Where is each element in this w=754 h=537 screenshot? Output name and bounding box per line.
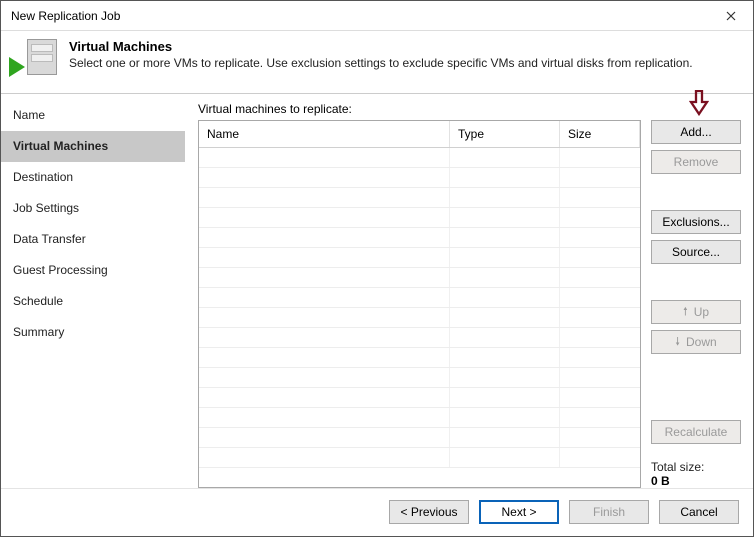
next-button[interactable]: Next > [479, 500, 559, 524]
column-name[interactable]: Name [199, 121, 450, 147]
add-button[interactable]: Add... [651, 120, 741, 144]
table-row [199, 148, 640, 168]
remove-button[interactable]: Remove [651, 150, 741, 174]
move-up-button[interactable]: 🠕 Up [651, 300, 741, 324]
step-label: Data Transfer [13, 232, 86, 246]
side-button-panel: Add... Remove Exclusions... Source... 🠕 … [651, 120, 741, 488]
exclusions-button[interactable]: Exclusions... [651, 210, 741, 234]
table-row [199, 208, 640, 228]
source-button[interactable]: Source... [651, 240, 741, 264]
column-size[interactable]: Size [560, 121, 640, 147]
totals: Total size: 0 B [651, 460, 741, 488]
step-data-transfer[interactable]: Data Transfer [1, 224, 185, 255]
table-row [199, 348, 640, 368]
wizard-icon [13, 39, 57, 83]
close-icon [726, 11, 736, 21]
step-label: Virtual Machines [13, 139, 108, 153]
move-up-label: Up [694, 305, 709, 319]
table-row [199, 448, 640, 468]
step-virtual-machines[interactable]: Virtual Machines [1, 131, 185, 162]
table-row [199, 288, 640, 308]
close-button[interactable] [709, 1, 753, 31]
previous-button[interactable]: < Previous [389, 500, 469, 524]
total-size-value: 0 B [651, 474, 741, 488]
page-subtitle: Select one or more VMs to replicate. Use… [69, 56, 693, 70]
titlebar: New Replication Job [1, 1, 753, 31]
table-row [199, 388, 640, 408]
total-size-label: Total size: [651, 460, 741, 474]
step-schedule[interactable]: Schedule [1, 286, 185, 317]
step-label: Destination [13, 170, 73, 184]
step-label: Schedule [13, 294, 63, 308]
wizard-header: Virtual Machines Select one or more VMs … [1, 31, 753, 93]
move-down-label: Down [686, 335, 717, 349]
table-row [199, 408, 640, 428]
finish-button[interactable]: Finish [569, 500, 649, 524]
table-row [199, 168, 640, 188]
table-row [199, 248, 640, 268]
step-label: Job Settings [13, 201, 79, 215]
table-row [199, 228, 640, 248]
table-row [199, 328, 640, 348]
step-job-settings[interactable]: Job Settings [1, 193, 185, 224]
list-label: Virtual machines to replicate: [198, 102, 741, 116]
table-row [199, 188, 640, 208]
table-row [199, 308, 640, 328]
page-title: Virtual Machines [69, 39, 693, 54]
step-destination[interactable]: Destination [1, 162, 185, 193]
step-label: Summary [13, 325, 64, 339]
table-row [199, 368, 640, 388]
cancel-button[interactable]: Cancel [659, 500, 739, 524]
grid-body [199, 148, 640, 487]
step-guest-processing[interactable]: Guest Processing [1, 255, 185, 286]
step-label: Guest Processing [13, 263, 108, 277]
window-title: New Replication Job [11, 9, 120, 23]
recalculate-button[interactable]: Recalculate [651, 420, 741, 444]
vm-grid[interactable]: Name Type Size [198, 120, 641, 488]
table-row [199, 428, 640, 448]
grid-header: Name Type Size [199, 121, 640, 148]
wizard-steps-sidebar: Name Virtual Machines Destination Job Se… [1, 94, 186, 488]
step-name[interactable]: Name [1, 98, 185, 131]
table-row [199, 268, 640, 288]
wizard-footer: < Previous Next > Finish Cancel [1, 488, 753, 534]
arrow-up-icon: 🠕 [683, 303, 688, 322]
arrow-down-icon: 🠗 [675, 333, 680, 352]
move-down-button[interactable]: 🠗 Down [651, 330, 741, 354]
main-panel: Virtual machines to replicate: Name Type… [186, 94, 753, 488]
column-type[interactable]: Type [450, 121, 560, 147]
step-summary[interactable]: Summary [1, 317, 185, 348]
step-label: Name [13, 108, 45, 122]
